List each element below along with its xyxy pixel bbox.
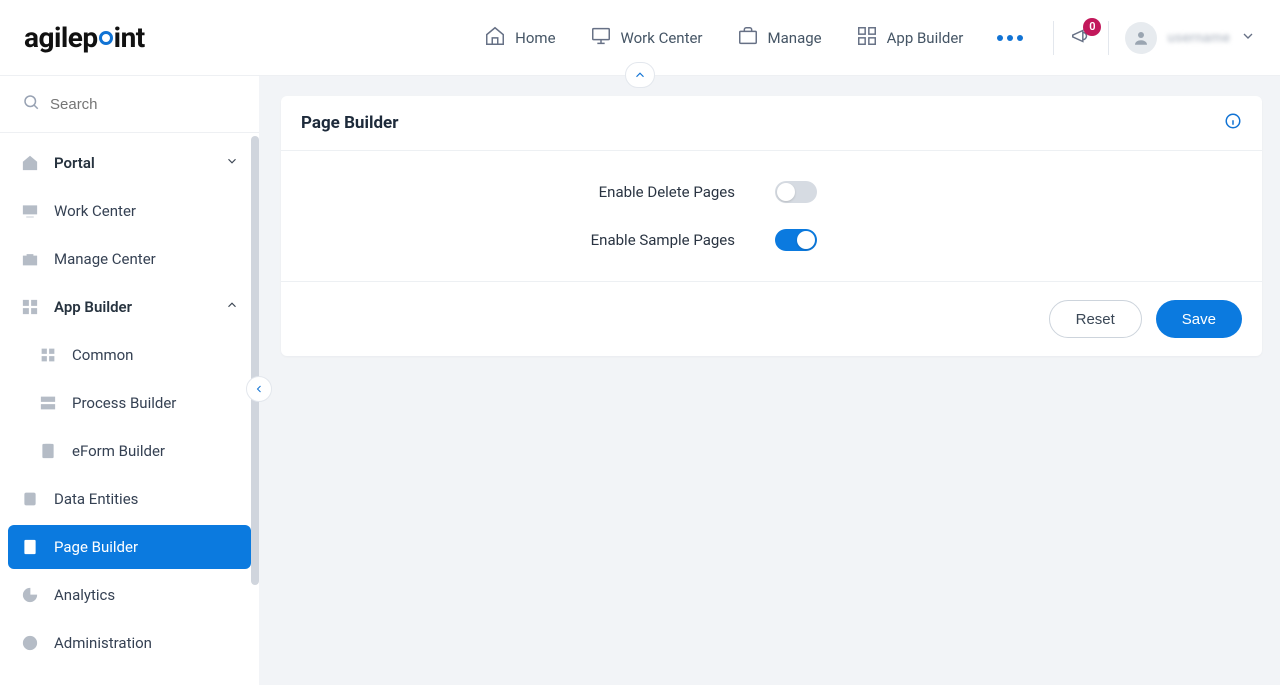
sidebar-item-label: Portal xyxy=(54,154,95,172)
avatar-icon xyxy=(1125,22,1157,54)
sidebar-item-portal[interactable]: Portal xyxy=(8,141,251,185)
clipboard-icon xyxy=(38,441,58,461)
setting-enable-delete-pages: Enable Delete Pages xyxy=(305,181,1238,203)
sidebar-item-label: Common xyxy=(72,346,133,364)
sidebar-item-process-builder[interactable]: Process Builder xyxy=(8,381,251,425)
sidebar-item-eform-builder[interactable]: eForm Builder xyxy=(8,429,251,473)
page-icon xyxy=(20,537,40,557)
sidebar-item-label: Analytics xyxy=(54,586,115,604)
enable-delete-toggle[interactable] xyxy=(775,181,817,203)
sidebar-item-label: Manage Center xyxy=(54,250,156,268)
home-icon xyxy=(484,25,506,51)
sidebar-item-label: Work Center xyxy=(54,202,136,220)
search-input[interactable] xyxy=(50,96,237,113)
nav-home[interactable]: Home xyxy=(484,25,555,51)
setting-label: Enable Delete Pages xyxy=(305,183,775,201)
top-nav: Home Work Center Manage App Builder xyxy=(484,25,1023,51)
monitor-icon xyxy=(590,25,612,51)
grid-icon xyxy=(856,25,878,51)
sidebar-item-label: Process Builder xyxy=(72,394,176,412)
sidebar-item-page-builder[interactable]: Page Builder xyxy=(8,525,251,569)
nav-work-center-label: Work Center xyxy=(621,29,703,47)
sidebar-item-common[interactable]: Common xyxy=(8,333,251,377)
database-icon xyxy=(20,489,40,509)
chevron-down-icon xyxy=(1240,28,1256,48)
brand-text-right: int xyxy=(114,21,145,54)
notification-badge: 0 xyxy=(1083,18,1101,36)
sidebar-item-label: eForm Builder xyxy=(72,442,165,460)
nav-manage-label: Manage xyxy=(768,29,822,47)
flow-icon xyxy=(38,393,58,413)
nav-work-center[interactable]: Work Center xyxy=(590,25,703,51)
sidebar-collapse-button[interactable] xyxy=(246,376,272,402)
briefcase-icon xyxy=(20,249,40,269)
profile-menu[interactable]: username xyxy=(1125,22,1256,54)
setting-label: Enable Sample Pages xyxy=(305,231,775,249)
monitor-icon xyxy=(20,201,40,221)
info-icon xyxy=(1224,115,1242,134)
user-admin-icon xyxy=(20,633,40,653)
panel-footer: Reset Save xyxy=(281,282,1262,356)
nav-app-builder-label: App Builder xyxy=(887,29,964,47)
sidebar-scrollbar[interactable] xyxy=(251,136,259,585)
sidebar-item-administration[interactable]: Administration xyxy=(8,621,251,665)
profile-name: username xyxy=(1167,30,1230,46)
sidebar-item-work-center[interactable]: Work Center xyxy=(8,189,251,233)
divider xyxy=(1053,21,1054,55)
panel-header: Page Builder xyxy=(281,96,1262,151)
divider xyxy=(1108,21,1109,55)
info-button[interactable] xyxy=(1224,112,1242,134)
topbar-collapse-button[interactable] xyxy=(625,62,655,88)
nav-more-button[interactable] xyxy=(997,35,1023,41)
nav-app-builder[interactable]: App Builder xyxy=(856,25,964,51)
brand-text-left: agilep xyxy=(24,21,98,54)
brand-dot-icon xyxy=(99,31,113,45)
top-bar: agilep int Home Work Center Manage xyxy=(0,0,1280,76)
search-icon xyxy=(22,93,40,115)
panel-body: Enable Delete Pages Enable Sample Pages xyxy=(281,151,1262,282)
toggle-knob xyxy=(797,231,815,249)
pie-chart-icon xyxy=(20,585,40,605)
top-right: 0 username xyxy=(1053,21,1256,55)
toggle-knob xyxy=(777,183,795,201)
brand-logo: agilep int xyxy=(24,21,145,54)
sidebar: Portal Work Center Manage Center App Bui… xyxy=(0,76,259,685)
enable-sample-toggle[interactable] xyxy=(775,229,817,251)
sidebar-item-manage-center[interactable]: Manage Center xyxy=(8,237,251,281)
sidebar-item-label: Page Builder xyxy=(54,538,138,556)
sidebar-item-data-entities[interactable]: Data Entities xyxy=(8,477,251,521)
chevron-down-icon xyxy=(225,154,239,172)
notifications-button[interactable]: 0 xyxy=(1070,25,1092,51)
panel-title: Page Builder xyxy=(301,113,398,133)
reset-button[interactable]: Reset xyxy=(1049,300,1142,338)
nav-manage[interactable]: Manage xyxy=(737,25,822,51)
sidebar-item-label: App Builder xyxy=(54,298,132,316)
sidebar-search[interactable] xyxy=(0,76,259,133)
briefcase-icon xyxy=(737,25,759,51)
sidebar-item-label: Administration xyxy=(54,634,152,652)
chevron-up-icon xyxy=(225,298,239,316)
sidebar-nav: Portal Work Center Manage Center App Bui… xyxy=(0,133,259,669)
main-content: Page Builder Enable Delete Pages Enable … xyxy=(259,76,1280,685)
sidebar-item-app-builder[interactable]: App Builder xyxy=(8,285,251,329)
home-icon xyxy=(20,153,40,173)
grid-small-icon xyxy=(38,345,58,365)
save-button[interactable]: Save xyxy=(1156,300,1242,338)
page-builder-panel: Page Builder Enable Delete Pages Enable … xyxy=(281,96,1262,356)
sidebar-item-analytics[interactable]: Analytics xyxy=(8,573,251,617)
grid-icon xyxy=(20,297,40,317)
setting-enable-sample-pages: Enable Sample Pages xyxy=(305,229,1238,251)
sidebar-item-label: Data Entities xyxy=(54,490,138,508)
nav-home-label: Home xyxy=(515,29,555,47)
